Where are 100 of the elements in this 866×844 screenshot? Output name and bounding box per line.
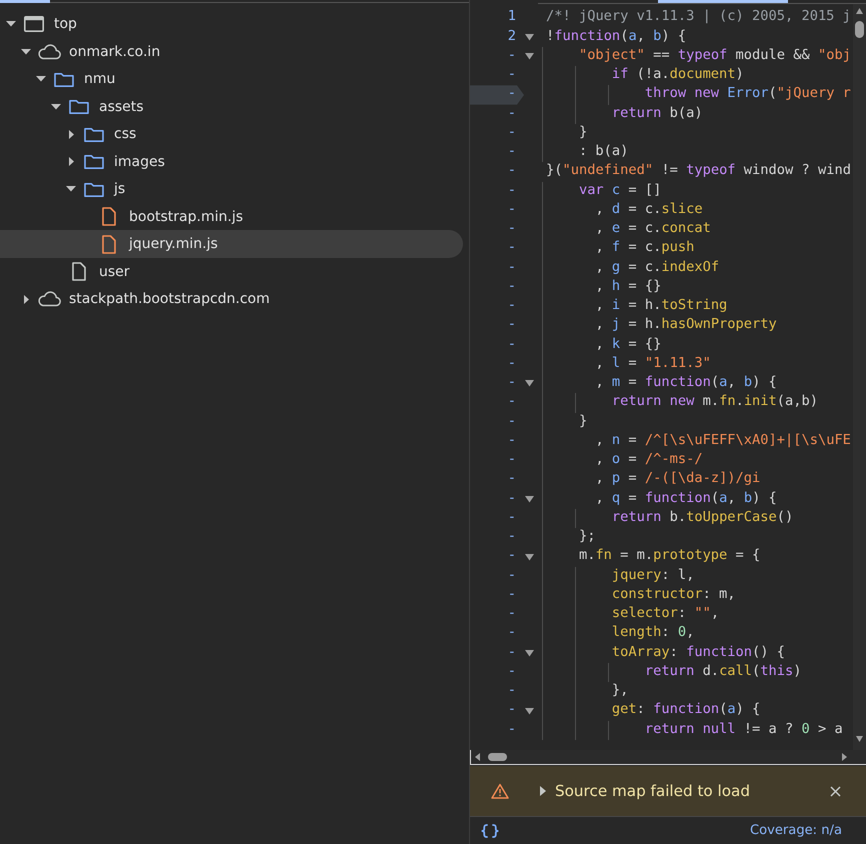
line-number: - (506, 432, 517, 450)
code-line: toArray: function() { (612, 644, 785, 662)
line-number: - (506, 66, 517, 84)
scrollbar-thumb[interactable] (855, 21, 864, 38)
horizontal-scrollbar[interactable] (470, 750, 866, 765)
code-line: , l = "1.11.3" (595, 354, 711, 373)
code-line: , d = c.slice (595, 200, 703, 219)
caret-down-icon[interactable] (525, 650, 534, 657)
line-number: - (506, 124, 517, 142)
tree-item[interactable]: onmark.co.in (0, 38, 463, 66)
caret-down-icon[interactable] (36, 76, 46, 82)
line-number: - (506, 586, 517, 604)
line-number: - (506, 490, 517, 508)
code-line: }("undefined" != typeof window ? wind (546, 162, 851, 180)
warning-icon (491, 783, 509, 799)
code-line: }; (578, 528, 596, 546)
line-number: 1 (506, 8, 517, 26)
line-number: - (506, 644, 517, 662)
caret-down-icon[interactable] (525, 380, 534, 388)
scrollbar-thumb[interactable] (488, 753, 507, 761)
line-number: - (506, 104, 517, 123)
braces-icon (479, 824, 501, 838)
line-number: - (470, 85, 524, 105)
code-line: , i = h.toString (595, 297, 728, 316)
code-line: } (578, 412, 588, 431)
line-number: - (506, 182, 517, 200)
line-number: - (506, 278, 517, 296)
caret-down-icon[interactable] (6, 21, 16, 27)
folder-icon (54, 72, 74, 86)
code-line: constructor: m, (612, 586, 736, 604)
tree-item[interactable]: bootstrap.min.js (0, 202, 463, 230)
tree-item[interactable]: nmu (0, 65, 463, 93)
code-line: !function(a, b) { (546, 28, 686, 46)
caret-right-icon[interactable] (68, 157, 74, 166)
tree-item[interactable]: stackpath.bootstrapcdn.com (0, 285, 463, 313)
line-number: - (506, 624, 517, 642)
caret-right-icon[interactable] (540, 786, 546, 796)
caret-down-icon[interactable] (856, 736, 863, 742)
code-line: , k = {} (595, 336, 662, 354)
line-number: - (506, 566, 517, 585)
line-number: - (506, 720, 517, 739)
code-line: , e = c.concat (595, 220, 711, 238)
line-number: - (506, 451, 517, 470)
tree-item[interactable]: assets (0, 92, 463, 120)
line-number: - (506, 662, 517, 681)
code-line: , q = function(a, b) { (595, 490, 777, 508)
code-line: }, (612, 682, 628, 700)
code-line: , o = /^-ms-/ (595, 451, 703, 470)
line-number: - (506, 412, 517, 431)
line-number: - (506, 470, 517, 488)
line-number: - (506, 336, 517, 354)
tree-item[interactable]: top (0, 10, 463, 38)
code-line: return d.call(this) (644, 662, 802, 681)
tree-item[interactable]: images (0, 148, 463, 176)
code-line: get: function(a) { (612, 701, 760, 720)
tree-item[interactable]: jquery.min.js (0, 230, 463, 258)
line-number: - (506, 354, 517, 373)
caret-right-icon[interactable] (68, 130, 74, 138)
caret-left-icon[interactable] (475, 753, 480, 761)
code-line: "object" == typeof module && "obj (578, 46, 851, 65)
file-icon (72, 262, 86, 281)
code-line: } (578, 124, 588, 142)
caret-right-icon[interactable] (24, 294, 28, 304)
line-number: - (506, 162, 517, 180)
line-number: - (506, 605, 517, 624)
caret-down-icon[interactable] (525, 53, 534, 60)
code-line: , f = c.push (595, 239, 694, 258)
caret-down-icon[interactable] (51, 104, 61, 110)
line-number: - (506, 239, 517, 258)
caret-down-icon[interactable] (525, 34, 534, 41)
caret-down-icon[interactable] (525, 554, 534, 561)
line-number: - (506, 374, 517, 392)
file-icon (102, 207, 116, 226)
code-line: length: 0, (612, 624, 694, 642)
code-line: , p = /-([\da-z])/gi (595, 470, 760, 488)
code-line: if (!a.document) (612, 66, 744, 84)
line-number: - (506, 143, 517, 162)
code-line: return b(a) (612, 104, 703, 123)
vertical-scrollbar[interactable] (853, 4, 866, 750)
line-number: - (506, 200, 517, 219)
tree-item[interactable]: user (0, 258, 463, 286)
cloud-icon (37, 44, 61, 60)
line-number: - (506, 701, 517, 720)
caret-down-icon[interactable] (21, 48, 31, 54)
code-line: , h = {} (595, 278, 662, 296)
caret-up-icon[interactable] (856, 8, 863, 14)
caret-down-icon[interactable] (525, 708, 534, 715)
folder-icon (84, 154, 104, 169)
tree-item[interactable]: js (0, 175, 463, 203)
code-line: : b(a) (578, 143, 628, 162)
tree-item[interactable]: css (0, 120, 463, 148)
file-icon (102, 234, 116, 254)
line-number: 2 (506, 28, 517, 46)
code-line: , m = function(a, b) { (595, 374, 777, 392)
code-line: , n = /^[\s\uFEFF\xA0]+|[\s\uFE (595, 432, 851, 450)
warning-message: Source map failed to load (555, 782, 750, 800)
caret-down-icon[interactable] (66, 186, 76, 192)
caret-down-icon[interactable] (525, 496, 534, 503)
caret-right-icon[interactable] (842, 753, 847, 761)
window-icon (24, 16, 44, 32)
